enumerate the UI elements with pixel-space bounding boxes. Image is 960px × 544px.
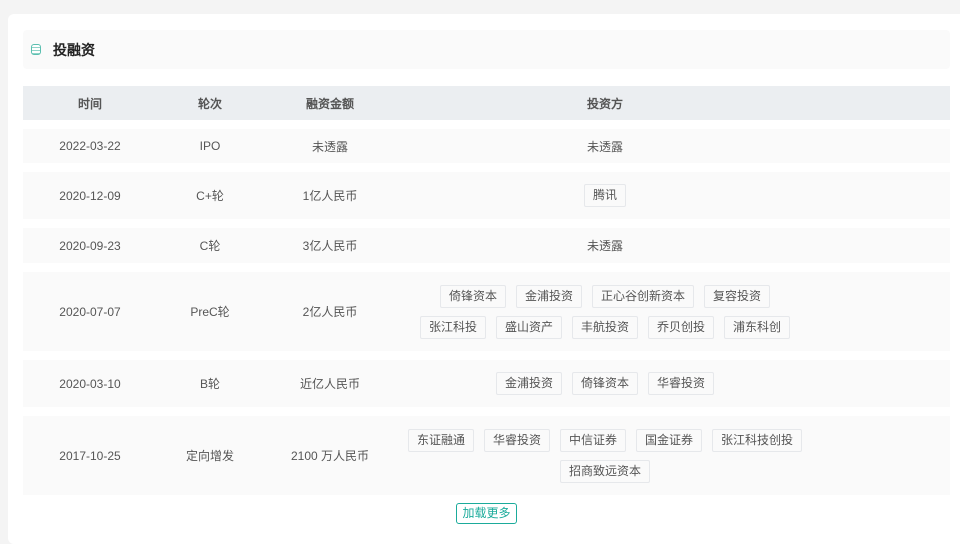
investor-tag[interactable]: 腾讯 [583, 184, 626, 207]
investor-tag[interactable]: 金浦投资 [515, 284, 582, 308]
database-icon [31, 44, 41, 55]
col-investors: 投资方 [586, 96, 623, 111]
investors-cell: 倚锋资本 金浦投资 正心谷创新资本 复容投资张江科投 盛山资产 丰航投资 乔贝创投 浦东科创 [397, 284, 813, 339]
round-cell: B轮 [199, 377, 220, 391]
table-row: 2020-03-10 B轮 近亿人民币 金浦投资 倚锋资本 华睿投资 [23, 360, 950, 407]
investor-tag[interactable]: 倚锋资本 [571, 372, 638, 395]
round-cell: 定向增发 [185, 449, 234, 463]
amount-cell: 3亿人民币 [302, 239, 358, 253]
investor-tag[interactable]: 金浦投资 [495, 372, 562, 395]
table-row: 2020-07-07 PreC轮 2亿人民币 倚锋资本 金浦投资 正心谷创新资本 复容投资张… [23, 272, 950, 351]
col-date: 时间 [77, 96, 102, 111]
round-cell: C轮 [199, 239, 221, 253]
round-cell: PreC轮 [190, 305, 230, 319]
col-round: 轮次 [197, 96, 222, 111]
financing-card: 投融资 时间 轮次 融资金额 投资方 2022-03-22 IPO 未透露 未透露 20… [8, 14, 960, 544]
date-cell: 2022-03-22 [59, 139, 121, 153]
amount-cell: 2100 万人民币 [290, 449, 370, 463]
investors-cell: 腾讯 [397, 184, 813, 207]
investor-tag[interactable]: 盛山资产 [495, 315, 562, 339]
amount-cell: 2亿人民币 [302, 305, 358, 319]
investors-cell: 东证融通 华睿投资 中信证券 国金证券 张江科技创投招商致远资本 [397, 428, 813, 483]
investors-cell: 未透露 [586, 239, 623, 253]
investor-tag[interactable]: 倚锋资本 [439, 284, 506, 308]
amount-cell: 近亿人民币 [299, 377, 360, 391]
investors-cell: 未透露 [586, 139, 623, 154]
investor-tag[interactable]: 乔贝创投 [648, 315, 715, 339]
date-cell: 2020-03-10 [59, 376, 121, 391]
date-cell: 2017-10-25 [59, 448, 121, 463]
date-cell: 2020-07-07 [59, 304, 121, 319]
section-title: 投融资 [53, 41, 95, 58]
table-row: 2020-12-09 C+轮 1亿人民币 腾讯 [23, 172, 950, 219]
amount-cell: 1亿人民币 [302, 189, 358, 203]
investor-tag[interactable]: 中信证券 [559, 428, 626, 452]
investor-tag[interactable]: 东证融通 [407, 428, 474, 452]
investor-tag[interactable]: 浦东科创 [724, 315, 791, 339]
investor-tag[interactable]: 国金证券 [636, 428, 703, 452]
round-cell: IPO [199, 139, 221, 153]
investors-cell: 金浦投资 倚锋资本 华睿投资 [397, 372, 813, 395]
table-row: 2017-10-25 定向增发 2100 万人民币 东证融通 华睿投资 中信证券 国金证券张… [23, 416, 950, 495]
round-cell: C+轮 [196, 189, 224, 203]
load-more-button[interactable]: 加载更多 [456, 503, 517, 524]
amount-cell: 未透露 [311, 139, 348, 154]
investor-tag[interactable]: 华睿投资 [483, 428, 550, 452]
investor-tag[interactable]: 张江科技创投 [712, 428, 803, 452]
investor-tag[interactable]: 复容投资 [704, 284, 771, 308]
date-cell: 2020-09-23 [59, 238, 121, 253]
investor-tag[interactable]: 招商致远资本 [559, 459, 650, 483]
investor-tag[interactable]: 正心谷创新资本 [592, 284, 695, 308]
investor-tag[interactable]: 张江科投 [419, 315, 486, 339]
financing-table: 时间 轮次 融资金额 投资方 2022-03-22 IPO 未透露 未透露 2020-1… [23, 86, 950, 504]
table-row: 2022-03-22 IPO 未透露 未透露 [23, 129, 950, 163]
table-header: 时间 轮次 融资金额 投资方 [23, 86, 950, 120]
col-amount: 融资金额 [305, 96, 354, 111]
investor-tag[interactable]: 华睿投资 [648, 372, 715, 395]
table-row: 2020-09-23 C轮 3亿人民币 未透露 [23, 228, 950, 263]
date-cell: 2020-12-09 [59, 188, 121, 203]
investor-tag[interactable]: 丰航投资 [571, 315, 638, 339]
section-header: 投融资 [23, 30, 950, 69]
